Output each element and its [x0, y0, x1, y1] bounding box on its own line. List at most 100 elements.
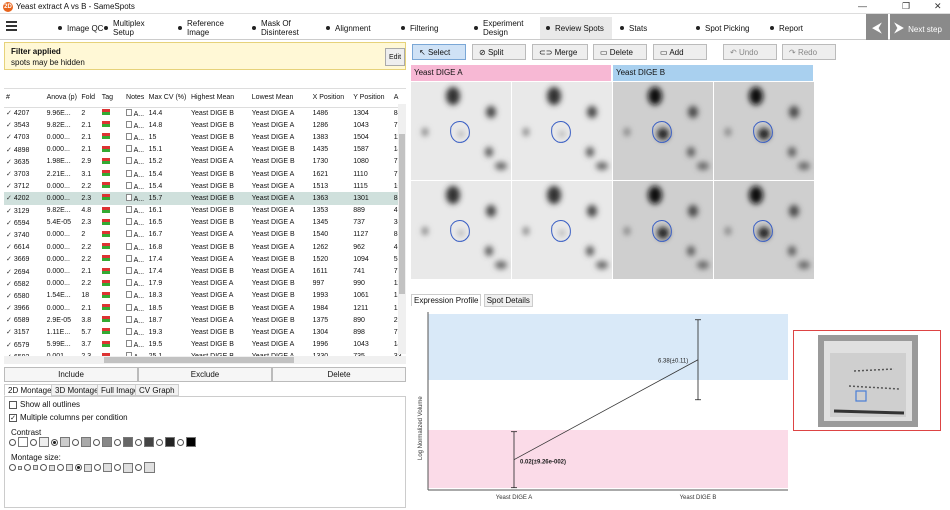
tab-cv-graph[interactable]: CV Graph: [135, 384, 179, 396]
step-stats[interactable]: Stats: [620, 17, 660, 39]
table-horizontal-scrollbar[interactable]: [4, 356, 406, 364]
tab-3d-montage[interactable]: 3D Montage: [51, 384, 103, 396]
maximize-button[interactable]: ❐: [902, 1, 910, 12]
contrast-radio[interactable]: [72, 438, 79, 446]
table-row[interactable]: ✓ 6582 0.000... 2.2 A... 17.9 Yeast DIGE A Ye…: [4, 278, 406, 290]
spot-image[interactable]: [613, 82, 713, 180]
exclude-button[interactable]: Exclude: [138, 367, 272, 382]
spot-image[interactable]: [714, 181, 814, 279]
spot-image[interactable]: [411, 82, 511, 180]
table-row[interactable]: ✓ 3740 0.000... 2 A... 16.7 Yeast DIGE A Yeas…: [4, 229, 406, 241]
column-header[interactable]: Tag: [99, 89, 125, 108]
include-button[interactable]: Include: [4, 367, 138, 382]
size-radio[interactable]: [94, 464, 101, 471]
minimize-button[interactable]: —: [858, 1, 867, 11]
contrast-radio[interactable]: [156, 438, 163, 446]
column-header[interactable]: Notes: [124, 89, 147, 108]
size-radio[interactable]: [57, 464, 64, 471]
table-vertical-scrollbar[interactable]: [398, 104, 406, 354]
spot-image[interactable]: [512, 181, 612, 279]
merge-tool-button[interactable]: ⊂⊃ Merge: [532, 44, 588, 60]
size-radio[interactable]: [114, 464, 121, 471]
tab-2d-montage[interactable]: 2D Montage: [4, 384, 56, 396]
gel-thumbnail[interactable]: [793, 330, 941, 431]
undo-button[interactable]: ↶ Undo: [723, 44, 777, 60]
contrast-radio[interactable]: [135, 438, 142, 446]
spot-image[interactable]: [411, 181, 511, 279]
table-row[interactable]: ✓ 3635 1.98E... 2.9 A... 15.2 Yeast DIGE A Ye…: [4, 156, 406, 168]
tab-spot-details[interactable]: Spot Details: [483, 294, 533, 307]
redo-button[interactable]: ↷ Redo: [782, 44, 836, 60]
column-header[interactable]: Highest Mean: [188, 89, 250, 108]
table-row[interactable]: ✓ 4703 0.000... 2.1 A... 15 Yeast DIGE B Yeas…: [4, 131, 406, 143]
table-row[interactable]: ✓ 3966 0.000... 2.1 A... 18.5 Yeast DIGE B Ye…: [4, 302, 406, 314]
table-row[interactable]: ✓ 3157 1.11E... 5.7 A... 19.3 Yeast DIGE B Ye…: [4, 326, 406, 338]
step-filtering[interactable]: Filtering: [401, 17, 451, 39]
scroll-thumb[interactable]: [104, 357, 294, 363]
table-row[interactable]: ✓ 3129 9.82E... 4.8 A... 16.1 Yeast DIGE B Ye…: [4, 205, 406, 217]
column-header[interactable]: #: [4, 89, 45, 108]
contrast-radio[interactable]: [93, 438, 100, 446]
close-button[interactable]: ✕: [934, 1, 942, 12]
data-cell: Yeast DIGE A: [251, 207, 295, 215]
contrast-radio[interactable]: [177, 438, 184, 446]
size-radio[interactable]: [135, 464, 142, 471]
menu-icon[interactable]: [6, 21, 17, 33]
table-row[interactable]: ✓ 3703 2.21E... 3.1 A... 15.4 Yeast DIGE B Ye…: [4, 168, 406, 180]
delete-tool-button[interactable]: ▭ Delete: [593, 44, 647, 60]
note-icon: [126, 327, 133, 335]
check-icon: ✓: [6, 146, 14, 154]
column-header[interactable]: Lowest Mean: [249, 89, 311, 108]
size-radio[interactable]: [40, 464, 47, 471]
back-arrow-button[interactable]: ⮜: [866, 14, 888, 40]
spot-image[interactable]: [714, 82, 814, 180]
multi-columns-option[interactable]: ✓ Multiple columns per condition: [9, 413, 128, 422]
size-radio[interactable]: [75, 464, 82, 471]
step-mask-of-disinterest[interactable]: Mask Of Disinterest: [252, 17, 316, 39]
data-cell: 15: [148, 133, 157, 141]
table-row[interactable]: ✓ 3543 9.82E... 2.1 A... 14.8 Yeast DIGE B Ye…: [4, 119, 406, 131]
column-header[interactable]: Fold: [79, 89, 100, 108]
table-row[interactable]: ✓ 4207 9.96E... 2 A... 14.4 Yeast DIGE B Yeas…: [4, 107, 406, 119]
size-radio[interactable]: [24, 464, 31, 471]
checkbox-checked[interactable]: ✓: [9, 413, 17, 422]
contrast-radio[interactable]: [30, 438, 37, 446]
column-header[interactable]: Anova (p): [44, 89, 80, 108]
table-row[interactable]: ✓ 6614 0.000... 2.2 A... 16.8 Yeast DIGE B Ye…: [4, 241, 406, 253]
next-step-button[interactable]: ⮞ Next step: [890, 14, 950, 40]
table-row[interactable]: ✓ 3669 0.000... 2.2 A... 17.4 Yeast DIGE A Ye…: [4, 253, 406, 265]
tab-expression-profile[interactable]: Expression Profile: [411, 294, 482, 306]
add-tool-button[interactable]: ▭ Add: [653, 44, 707, 60]
table-row[interactable]: ✓ 6580 1.54E... 18 A... 18.3 Yeast DIGE A Yea…: [4, 290, 406, 302]
table-row[interactable]: ✓ 6589 2.9E-05 3.8 A... 18.7 Yeast DIGE A Yea…: [4, 314, 406, 326]
step-reference-image[interactable]: Reference Image: [178, 17, 238, 39]
table-row[interactable]: ✓ 2694 0.000... 2.1 A... 17.4 Yeast DIGE B Ye…: [4, 265, 406, 277]
table-row[interactable]: ✓ 4898 0.000... 2.1 A... 15.1 Yeast DIGE A Ye…: [4, 144, 406, 156]
step-experiment-design[interactable]: Experiment Design: [474, 17, 536, 39]
spot-image[interactable]: [613, 181, 713, 279]
column-header[interactable]: Y Position: [351, 89, 392, 108]
table-row[interactable]: ✓ 6579 5.99E... 3.7 A... 19.5 Yeast DIGE B Ye…: [4, 339, 406, 351]
edit-filter-button[interactable]: Edit: [385, 48, 405, 66]
step-report[interactable]: Report: [770, 17, 820, 39]
column-header[interactable]: Max CV (%): [146, 89, 189, 108]
show-outlines-option[interactable]: Show all outlines: [9, 400, 80, 409]
contrast-radio[interactable]: [51, 438, 58, 446]
step-multiplex-setup[interactable]: Multiplex Setup: [104, 17, 164, 39]
table-row[interactable]: ✓ 6594 5.4E-05 2.3 A... 16.5 Yeast DIGE B Yea…: [4, 217, 406, 229]
contrast-radio[interactable]: [114, 438, 121, 446]
spot-image[interactable]: [512, 82, 612, 180]
split-tool-button[interactable]: ⊘ Split: [472, 44, 526, 60]
checkbox[interactable]: [9, 400, 17, 409]
size-radio[interactable]: [9, 464, 16, 471]
delete-spots-button[interactable]: Delete: [272, 367, 406, 382]
scroll-thumb[interactable]: [399, 134, 405, 294]
select-tool-button[interactable]: ↖ Select: [412, 44, 466, 60]
step-spot-picking[interactable]: Spot Picking: [696, 17, 756, 39]
table-row[interactable]: ✓ 4202 0.000... 2.3 A... 15.7 Yeast DIGE B Ye…: [4, 192, 406, 205]
table-row[interactable]: ✓ 3712 0.000... 2.2 A... 15.4 Yeast DIGE B Ye…: [4, 180, 406, 192]
step-alignment[interactable]: Alignment: [326, 17, 386, 39]
step-review-spots[interactable]: Review Spots: [540, 17, 612, 39]
column-header[interactable]: X Position: [310, 89, 352, 108]
contrast-radio[interactable]: [9, 438, 16, 446]
